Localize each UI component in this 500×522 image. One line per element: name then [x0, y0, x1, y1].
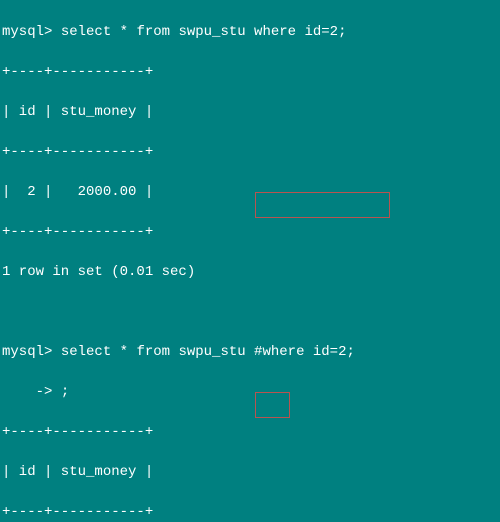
continuation-line: -> ; [2, 382, 500, 402]
table-row: | 2 | 2000.00 | [2, 182, 500, 202]
table-sep: +----+-----------+ [2, 62, 500, 82]
mysql-prompt: mysql> [2, 24, 52, 40]
table-sep: +----+-----------+ [2, 222, 500, 242]
query-line: mysql> select * from swpu_stu #where id=… [2, 342, 500, 362]
table-sep: +----+-----------+ [2, 142, 500, 162]
mysql-prompt: mysql> [2, 344, 52, 360]
status-line: 1 row in set (0.01 sec) [2, 262, 500, 282]
table-sep: +----+-----------+ [2, 502, 500, 522]
sql-text: select * from swpu_stu #where id=2; [61, 344, 355, 360]
table-header: | id | stu_money | [2, 102, 500, 122]
cont-prompt: -> [2, 384, 52, 400]
query-line: mysql> select * from swpu_stu where id=2… [2, 22, 500, 42]
sql-text: select * from swpu_stu where id=2; [61, 24, 347, 40]
terminal-output: mysql> select * from swpu_stu where id=2… [0, 0, 500, 522]
cont-text: ; [61, 384, 69, 400]
blank-line [2, 302, 500, 322]
table-sep: +----+-----------+ [2, 422, 500, 442]
table-header: | id | stu_money | [2, 462, 500, 482]
